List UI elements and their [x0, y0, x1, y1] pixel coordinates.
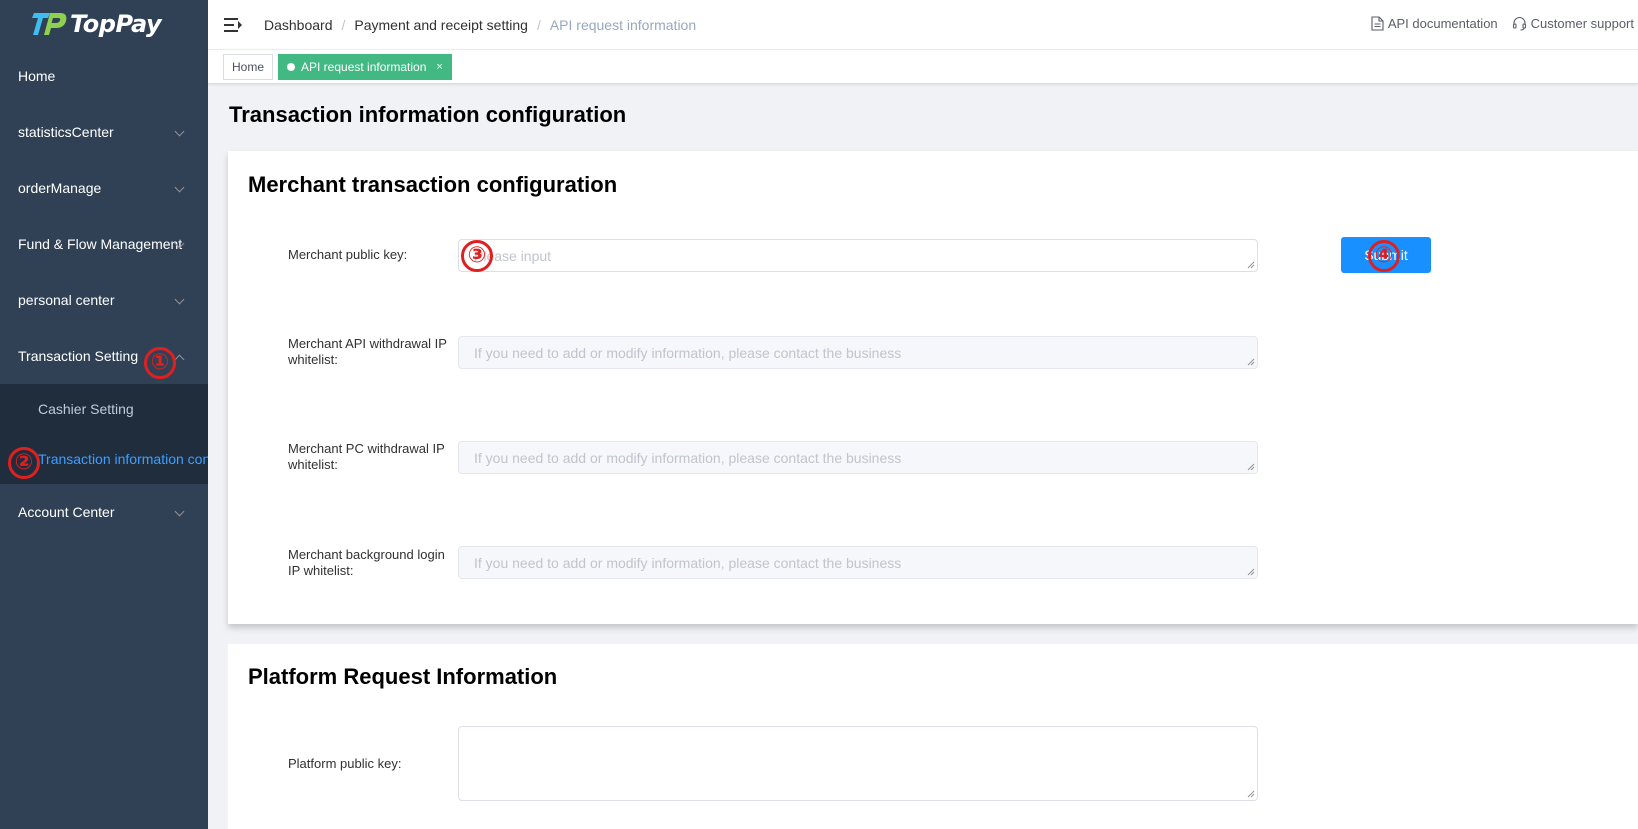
page-title: Transaction information configuration [229, 102, 627, 127]
platform-request-card: Platform Request Information Platform pu… [228, 644, 1638, 829]
merchant-section-title: Merchant transaction configuration [248, 172, 618, 197]
pc-withdrawal-whitelist-input[interactable]: If you need to add or modify information… [458, 441, 1258, 474]
annotation-marker-4: ④ [1368, 240, 1400, 272]
brand-name: TopPay [70, 10, 162, 38]
resize-handle-icon[interactable] [1247, 790, 1255, 798]
sidebar-item-fund-flow[interactable]: Fund & Flow Management [0, 216, 208, 272]
placeholder-text: If you need to add or modify information… [474, 345, 902, 361]
tag-label: API request information [301, 60, 427, 74]
sidebar-subitem-label: Transaction information configuration [38, 451, 208, 467]
sidebar-item-label: Transaction Setting [18, 348, 139, 364]
hamburger-menu-icon[interactable] [224, 17, 242, 33]
platform-section-title: Platform Request Information [248, 664, 558, 689]
sidebar-item-label: Account Center [18, 504, 115, 520]
placeholder-text: If you need to add or modify information… [474, 450, 902, 466]
resize-handle-icon[interactable] [1247, 358, 1255, 366]
annotation-marker-2: ② [8, 447, 40, 479]
tag-label: Home [232, 60, 265, 74]
tag-home[interactable]: Home [223, 54, 274, 80]
sidebar-item-label: orderManage [18, 180, 102, 196]
headset-icon [1512, 17, 1526, 31]
sidebar-item-label: Home [18, 68, 56, 84]
breadcrumb-separator: / [341, 16, 346, 33]
sidebar-item-label: personal center [18, 292, 115, 308]
sidebar: TopPay Home statisticsCenter orderManage… [0, 0, 208, 829]
document-icon [1371, 16, 1384, 31]
tags-view: Home API request information × [208, 50, 1638, 84]
sidebar-item-statistics-center[interactable]: statisticsCenter [0, 104, 208, 160]
breadcrumb: Dashboard / Payment and receipt setting … [264, 17, 696, 33]
annotation-marker-3: ③ [461, 240, 493, 272]
chevron-down-icon [174, 182, 185, 193]
api-documentation-label: API documentation [1387, 16, 1498, 31]
breadcrumb-dashboard[interactable]: Dashboard [264, 17, 333, 33]
resize-handle-icon[interactable] [1247, 463, 1255, 471]
close-icon[interactable]: × [436, 61, 442, 73]
chevron-down-icon [174, 126, 185, 137]
sidebar-item-label: Fund & Flow Management [18, 236, 183, 252]
merchant-public-key-label: Merchant public key: [288, 247, 408, 262]
breadcrumb-payment-setting[interactable]: Payment and receipt setting [354, 17, 528, 33]
customer-support-link[interactable]: Customer support [1512, 16, 1634, 31]
chevron-up-icon [174, 354, 185, 365]
chevron-down-icon [174, 294, 185, 305]
merchant-config-card: Merchant transaction configuration Merch… [228, 151, 1638, 624]
resize-handle-icon[interactable] [1247, 568, 1255, 576]
sidebar-subitem-cashier-setting[interactable]: Cashier Setting [0, 384, 208, 434]
sidebar-item-order-manage[interactable]: orderManage [0, 160, 208, 216]
background-login-whitelist-input[interactable]: If you need to add or modify information… [458, 546, 1258, 579]
api-whitelist-label: Merchant API withdrawal IP whitelist: [288, 336, 447, 367]
active-dot-icon [287, 63, 295, 71]
toppay-logo-icon [32, 13, 67, 35]
customer-support-label: Customer support [1530, 16, 1634, 31]
resize-handle-icon[interactable] [1247, 261, 1255, 269]
tag-api-request-info[interactable]: API request information × [278, 54, 452, 80]
sidebar-subitem-label: Cashier Setting [38, 401, 134, 417]
logo[interactable]: TopPay [0, 0, 208, 48]
chevron-down-icon [174, 506, 185, 517]
annotation-marker-1: ① [144, 347, 176, 379]
sidebar-item-label: statisticsCenter [18, 124, 114, 140]
header-links: API documentation Customer support [1357, 16, 1634, 31]
sidebar-item-personal-center[interactable]: personal center [0, 272, 208, 328]
sidebar-item-account-center[interactable]: Account Center [0, 484, 208, 540]
platform-public-key-input[interactable] [458, 726, 1258, 801]
api-withdrawal-whitelist-input[interactable]: If you need to add or modify information… [458, 336, 1258, 369]
merchant-public-key-input[interactable]: Please input [458, 239, 1258, 272]
platform-public-key-label: Platform public key: [288, 756, 402, 771]
sidebar-item-transaction-setting[interactable]: Transaction Setting [0, 328, 208, 384]
breadcrumb-separator: / [536, 16, 541, 33]
login-whitelist-label: Merchant background login IP whitelist: [288, 547, 445, 578]
sidebar-item-home[interactable]: Home [0, 48, 208, 104]
api-documentation-link[interactable]: API documentation [1371, 16, 1498, 31]
breadcrumb-current: API request information [549, 16, 697, 33]
top-navbar: Dashboard / Payment and receipt setting … [208, 0, 1638, 50]
pc-whitelist-label: Merchant PC withdrawal IP whitelist: [288, 441, 445, 472]
placeholder-text: If you need to add or modify information… [474, 555, 902, 571]
